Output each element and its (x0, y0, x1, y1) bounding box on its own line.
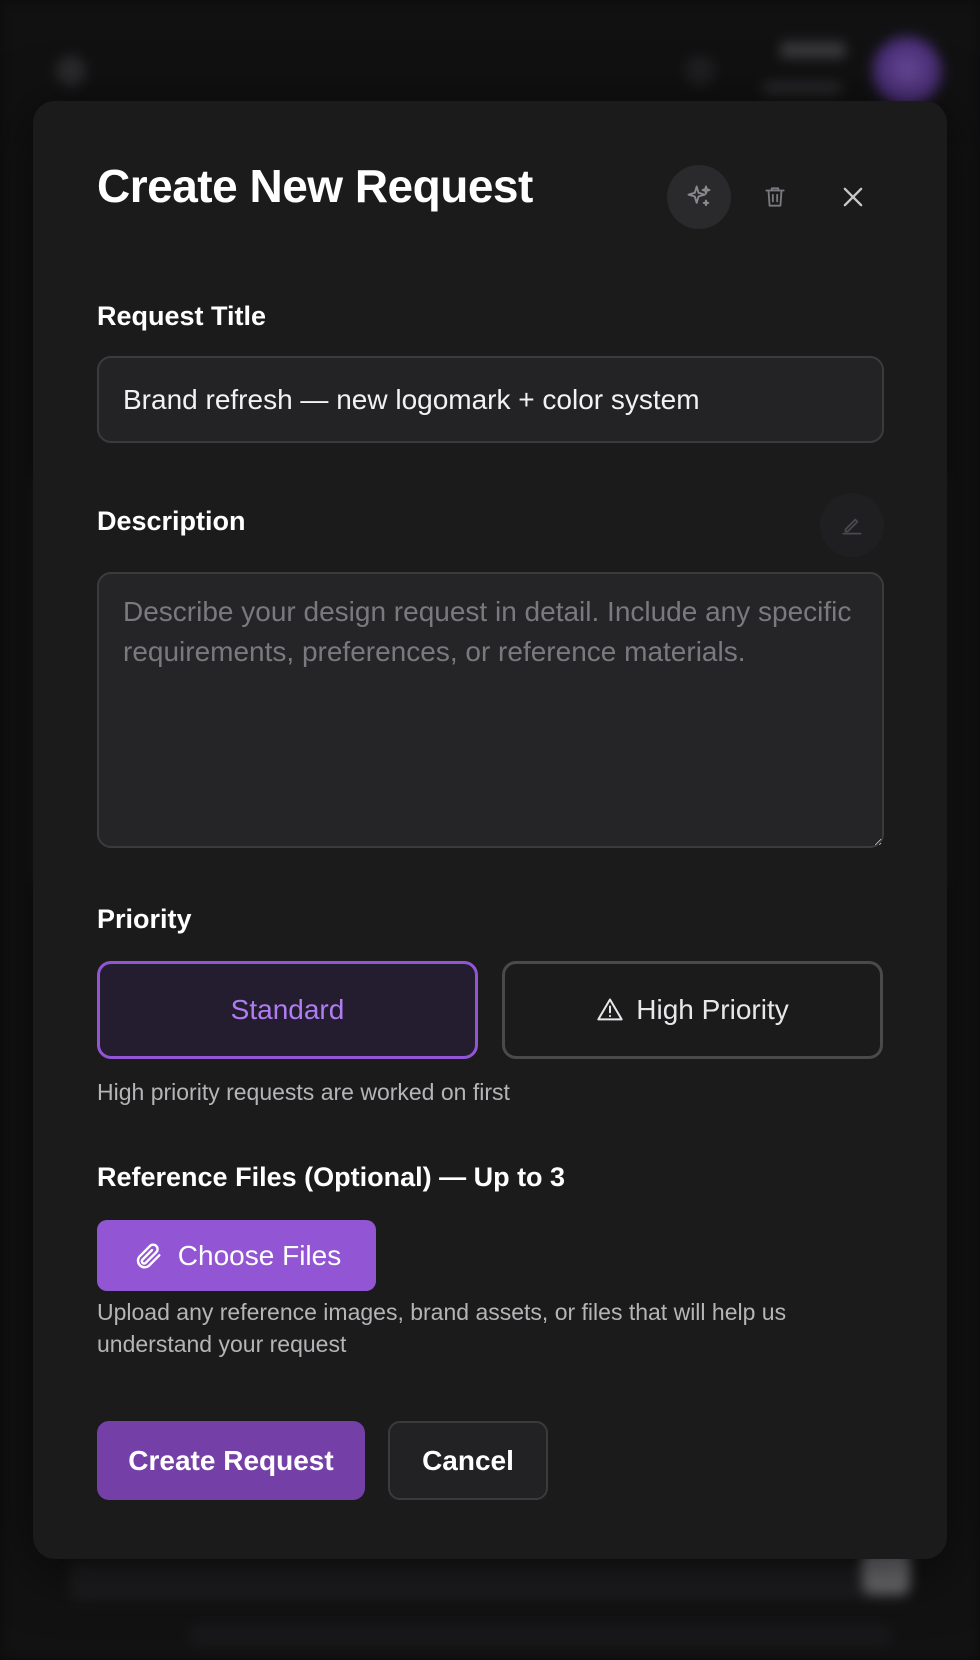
edit-description-button[interactable] (820, 493, 884, 557)
choose-files-button[interactable]: Choose Files (97, 1220, 376, 1291)
create-request-button[interactable]: Create Request (97, 1421, 365, 1500)
priority-helper-text: High priority requests are worked on fir… (97, 1079, 510, 1105)
priority-label: Priority (97, 904, 192, 934)
close-icon (843, 187, 863, 207)
delete-button[interactable] (753, 175, 797, 219)
priority-high-label: High Priority (636, 994, 789, 1025)
priority-standard-button[interactable]: Standard (97, 961, 478, 1059)
priority-high-button[interactable]: High Priority (502, 961, 883, 1059)
cancel-button[interactable]: Cancel (388, 1421, 548, 1500)
create-request-modal: Create New Request Request Title Descrip… (33, 101, 947, 1559)
pencil-icon (842, 518, 862, 535)
ai-assist-button[interactable] (667, 165, 731, 229)
background-logo (56, 56, 86, 86)
paperclip-icon (132, 1240, 164, 1272)
sparkles-icon (687, 185, 711, 207)
background-user-role (762, 82, 842, 94)
background-list-item (190, 1625, 890, 1645)
description-textarea[interactable] (97, 572, 884, 848)
close-button[interactable] (831, 175, 875, 219)
request-title-input[interactable] (97, 356, 884, 443)
cancel-label: Cancel (422, 1444, 514, 1476)
background-list-item (70, 1560, 910, 1600)
description-label: Description (97, 506, 246, 536)
background-user-name (780, 42, 846, 58)
request-title-label: Request Title (97, 301, 267, 331)
priority-standard-label: Standard (230, 994, 345, 1025)
reference-files-label: Reference Files (Optional) — Up to 3 (97, 1162, 566, 1192)
create-request-label: Create Request (128, 1444, 334, 1476)
choose-files-label: Choose Files (177, 1239, 342, 1271)
background-notification-icon (685, 56, 715, 86)
warning-icon (596, 996, 624, 1024)
avatar (872, 36, 942, 106)
modal-title: Create New Request (97, 160, 533, 212)
trash-icon (765, 187, 785, 207)
files-helper-text: Upload any reference images, brand asset… (97, 1299, 787, 1357)
